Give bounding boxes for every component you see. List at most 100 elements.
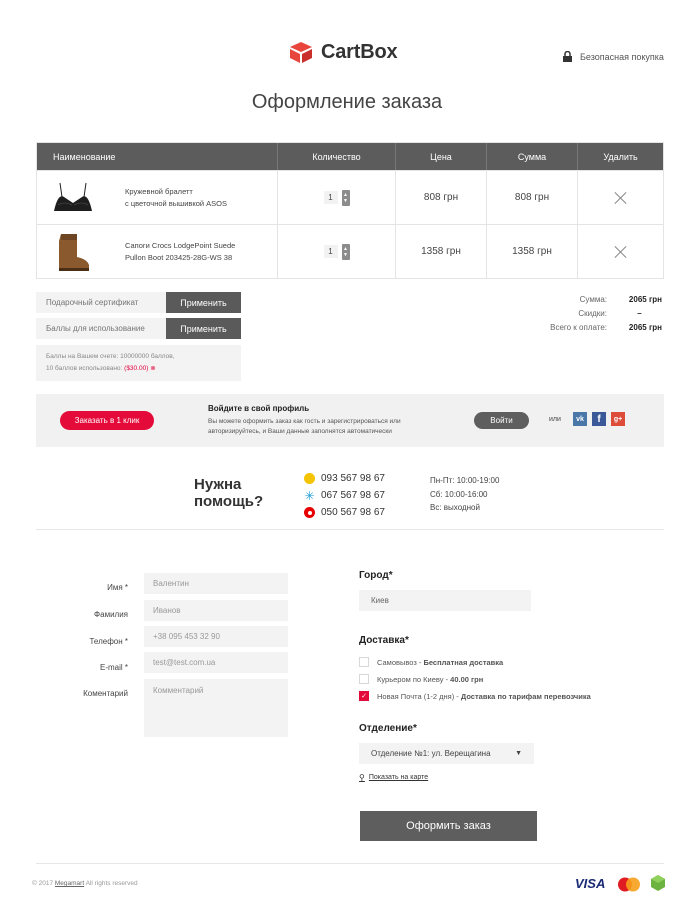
- product-name[interactable]: Кружевной бралетт с цветочной вышивкой A…: [125, 186, 255, 210]
- checkbox[interactable]: [359, 674, 369, 684]
- points-used-value: ($30.00): [124, 365, 149, 372]
- vk-icon[interactable]: vk: [573, 412, 587, 426]
- city-field[interactable]: Киев: [359, 590, 531, 611]
- show-on-map-link[interactable]: ⚲ Показать на карте: [359, 773, 428, 782]
- secure-label: Безопасная покупка: [580, 51, 664, 62]
- quantity-stepper[interactable]: 1 ▲ ▼: [323, 243, 350, 260]
- lifecell-icon: [304, 473, 315, 484]
- lock-icon: [563, 51, 572, 62]
- table-header: Наименование Количество Цена Сумма Удали…: [37, 143, 663, 170]
- phone-number[interactable]: 067 567 98 67: [321, 490, 385, 501]
- qty-value[interactable]: 1: [323, 191, 338, 204]
- qty-value[interactable]: 1: [323, 245, 338, 258]
- secure-purchase: Безопасная покупка: [563, 51, 664, 62]
- kyivstar-icon: ✳: [304, 488, 315, 503]
- apply-points-button[interactable]: Применить: [166, 318, 241, 339]
- points-input[interactable]: [36, 318, 166, 339]
- delivery-title: Доставка*: [359, 635, 409, 646]
- phone-item[interactable]: 093 567 98 67: [304, 470, 385, 487]
- logo[interactable]: CartBox: [288, 40, 398, 64]
- city-title: Город*: [359, 570, 393, 581]
- copyright: © 2017 Megamart All rights reserved: [32, 880, 138, 887]
- item-price: 1358 грн: [396, 225, 487, 278]
- phone-label: Телефон *: [89, 637, 128, 646]
- delivery-option[interactable]: Курьером по Киеву - 40.00 грн: [359, 674, 483, 684]
- delivery-option[interactable]: Самовывоз - Бесплатная доставка: [359, 657, 503, 667]
- or-label: или: [549, 416, 561, 423]
- item-sum: 808 грн: [487, 171, 578, 224]
- gift-certificate-row: Применить: [36, 292, 241, 313]
- table-row: Сапоги Crocs LodgePoint Suede Pullon Boo…: [37, 224, 663, 278]
- login-description: Вы можете оформить заказ как гость и зар…: [208, 418, 401, 435]
- help-title: Нужна помощь?: [194, 476, 264, 510]
- col-price: Цена: [396, 143, 487, 170]
- one-click-order-button[interactable]: Заказать в 1 клик: [60, 411, 154, 430]
- facebook-icon[interactable]: f: [592, 412, 606, 426]
- points-row: Применить: [36, 318, 241, 339]
- comment-label: Коментарий: [83, 689, 128, 698]
- phone-number[interactable]: 093 567 98 67: [321, 473, 385, 484]
- sum-value: 2065 грн: [628, 294, 662, 304]
- boot-image: [59, 233, 89, 271]
- vodafone-icon: [304, 507, 315, 518]
- qty-arrows[interactable]: ▲ ▼: [341, 243, 350, 260]
- branch-select[interactable]: Отделение №1: ул. Верещагина ▼: [359, 743, 534, 764]
- copyright-link[interactable]: Megamart: [55, 880, 84, 887]
- branch-selected: Отделение №1: ул. Верещагина: [371, 749, 491, 758]
- cart-table: Наименование Количество Цена Сумма Удали…: [36, 142, 664, 279]
- close-icon[interactable]: [614, 191, 627, 204]
- divider: [36, 863, 664, 864]
- privatbank-icon: [650, 874, 666, 892]
- product-image[interactable]: [51, 176, 95, 220]
- total-value: 2065 грн: [628, 322, 662, 332]
- discount-label: Скидки:: [578, 308, 607, 318]
- comment-field[interactable]: Комментарий: [144, 679, 288, 737]
- quantity-stepper[interactable]: 1 ▲ ▼: [323, 189, 350, 206]
- close-icon[interactable]: [614, 245, 627, 258]
- delivery-option[interactable]: ✓ Новая Почта (1-2 дня) - Доставка по та…: [359, 691, 591, 701]
- working-hours: Пн-Пт: 10:00-19:00 Сб: 10:00-16:00 Вс: в…: [430, 476, 500, 512]
- phone-item[interactable]: ✳ 067 567 98 67: [304, 487, 385, 504]
- table-row: Кружевной бралетт с цветочной вышивкой A…: [37, 170, 663, 224]
- page-title: Оформление заказа: [251, 91, 443, 113]
- name-label: Имя *: [107, 583, 128, 592]
- col-name: Наименование: [37, 143, 278, 170]
- brand-name: CartBox: [321, 40, 398, 63]
- place-order-button[interactable]: Оформить заказ: [360, 811, 537, 841]
- phone-number[interactable]: 050 567 98 67: [321, 507, 385, 518]
- checkbox[interactable]: [359, 657, 369, 667]
- surname-label: Фамилия: [94, 610, 128, 619]
- phone-field[interactable]: +38 095 453 32 90: [144, 626, 288, 647]
- gift-certificate-input[interactable]: [36, 292, 166, 313]
- branch-title: Отделение*: [359, 723, 417, 734]
- chevron-down-icon[interactable]: ▼: [343, 198, 348, 204]
- sum-label: Сумма:: [579, 294, 607, 304]
- google-plus-icon[interactable]: g+: [611, 412, 625, 426]
- map-pin-icon: ⚲: [359, 773, 365, 782]
- checkbox-checked[interactable]: ✓: [359, 691, 369, 701]
- item-price: 808 грн: [396, 171, 487, 224]
- col-delete: Удалить: [603, 151, 638, 162]
- name-field[interactable]: Валентин: [144, 573, 288, 594]
- product-image[interactable]: [51, 230, 95, 274]
- apply-gift-button[interactable]: Применить: [166, 292, 241, 313]
- caret-down-icon: ▼: [515, 750, 522, 757]
- remove-points-icon[interactable]: ⊗: [150, 365, 155, 372]
- col-qty: Количество: [278, 143, 396, 170]
- chevron-down-icon[interactable]: ▼: [343, 252, 348, 258]
- discount-value: –: [637, 308, 642, 318]
- login-button[interactable]: Войти: [474, 412, 529, 429]
- email-field[interactable]: test@test.com.ua: [144, 652, 288, 673]
- divider: [36, 529, 664, 530]
- surname-field[interactable]: Иванов: [144, 600, 288, 621]
- order-totals: Сумма: 2065 грн Скидки: – Всего к оплате: 2…: [550, 292, 662, 334]
- phone-item[interactable]: 050 567 98 67: [304, 504, 385, 521]
- col-sum: Сумма: [487, 143, 578, 170]
- bonus-note: Баллы на Вашем счете: 10000000 баллов, 1…: [36, 345, 241, 381]
- visa-icon: VISA: [575, 876, 606, 891]
- phone-list: 093 567 98 67 ✳ 067 567 98 67 050 567 98…: [304, 470, 385, 521]
- qty-arrows[interactable]: ▲ ▼: [341, 189, 350, 206]
- product-name[interactable]: Сапоги Crocs LodgePoint Suede Pullon Boo…: [125, 240, 255, 264]
- box-logo-icon: [290, 42, 312, 63]
- bralette-image: [54, 182, 92, 211]
